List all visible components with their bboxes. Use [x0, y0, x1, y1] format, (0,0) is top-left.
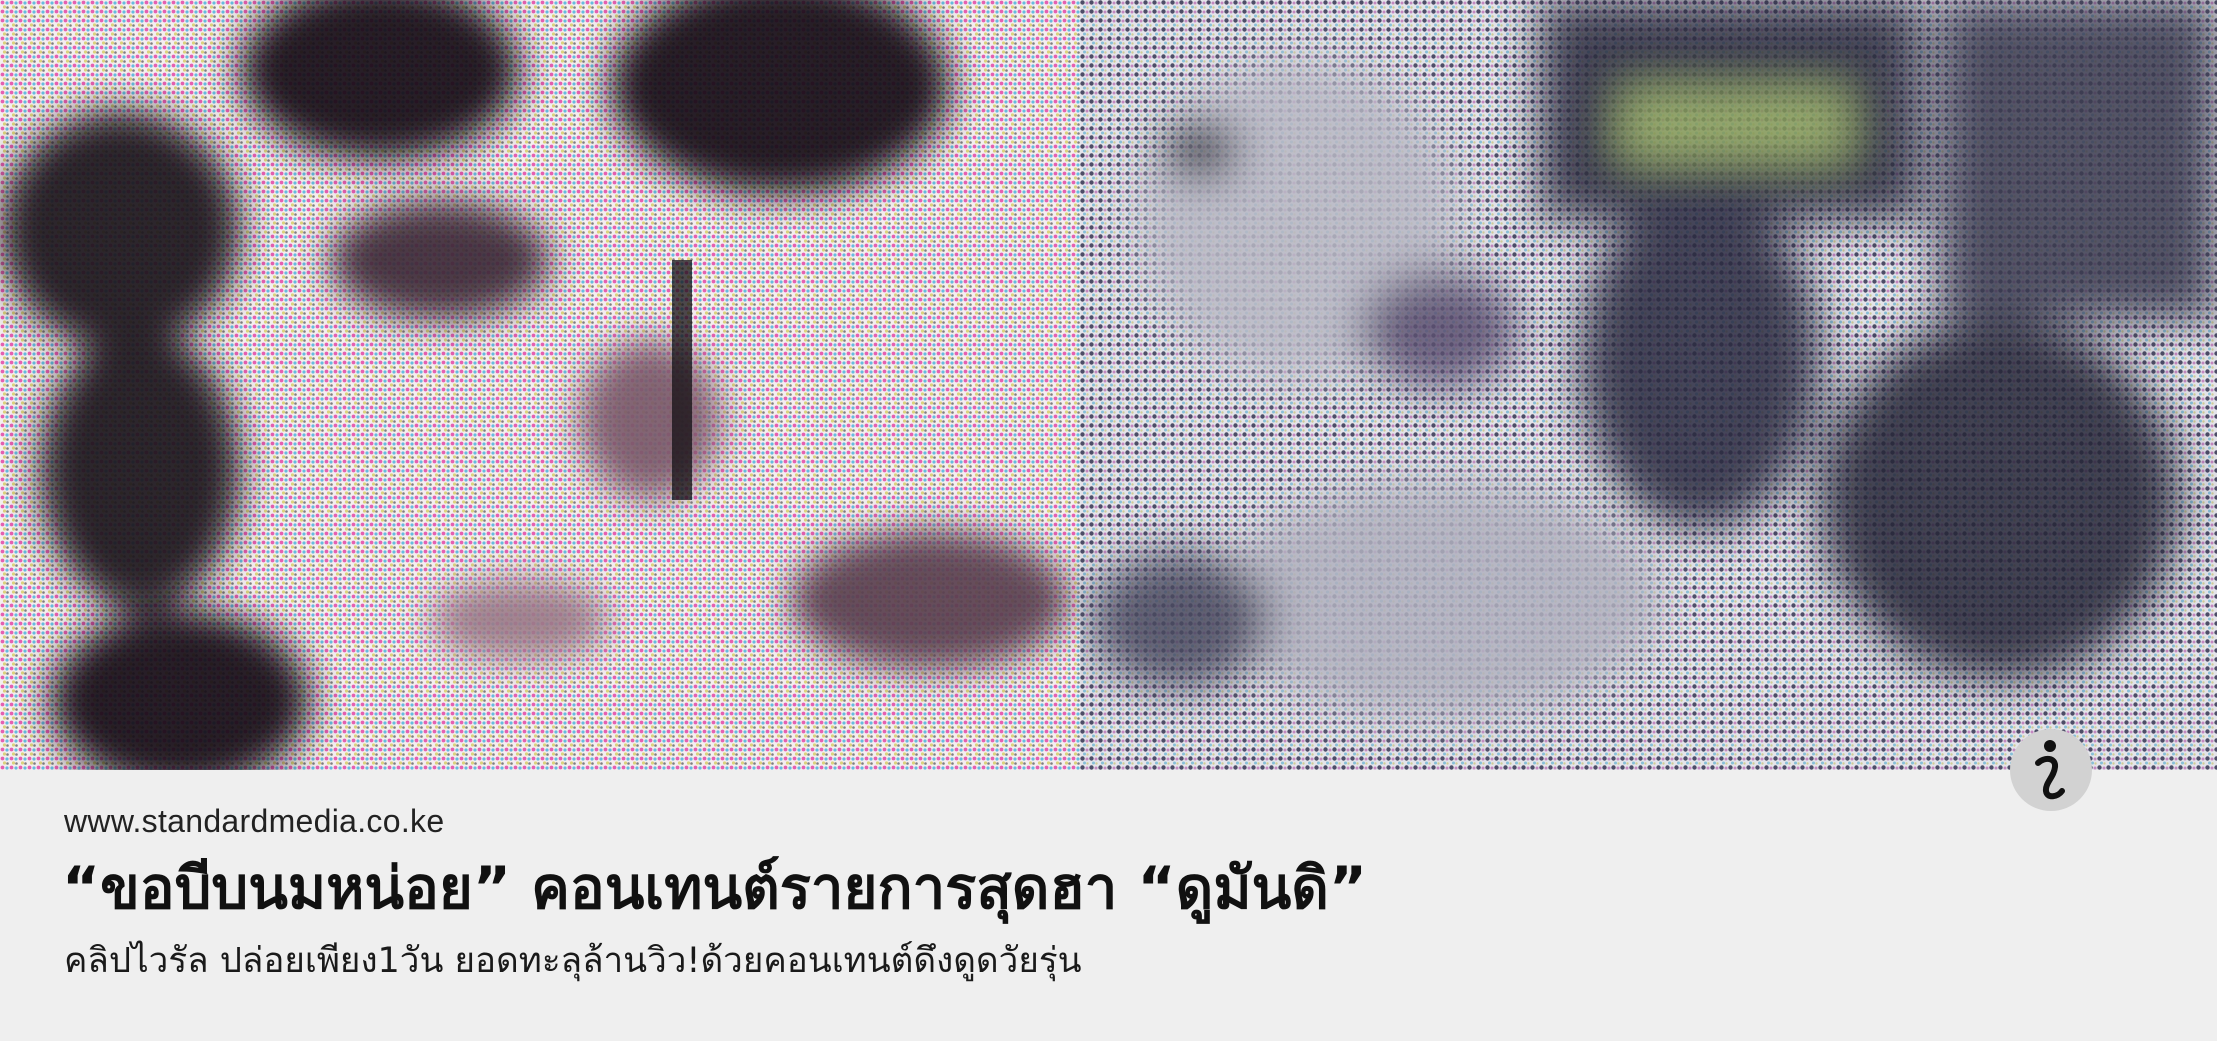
halftone-photo: [0, 0, 2217, 770]
caption-panel: www.standardmedia.co.ke “ขอบีบนมหน่อย” ค…: [0, 770, 2217, 1041]
source-url[interactable]: www.standardmedia.co.ke: [64, 803, 444, 840]
headline: “ขอบีบนมหน่อย” คอนเทนต์รายการสุดฮา “ดูมั…: [62, 854, 1367, 922]
halftone-photo-right: [1080, 0, 2217, 770]
halftone-photo-left: [0, 0, 1080, 770]
info-icon: [2035, 740, 2065, 800]
info-button[interactable]: [2010, 729, 2092, 811]
news-card: www.standardmedia.co.ke “ขอบีบนมหน่อย” ค…: [0, 0, 2217, 1041]
subheadline: คลิปไวรัล ปล่อยเพียง1วัน ยอดทะลุล้านวิว!…: [64, 941, 1082, 981]
